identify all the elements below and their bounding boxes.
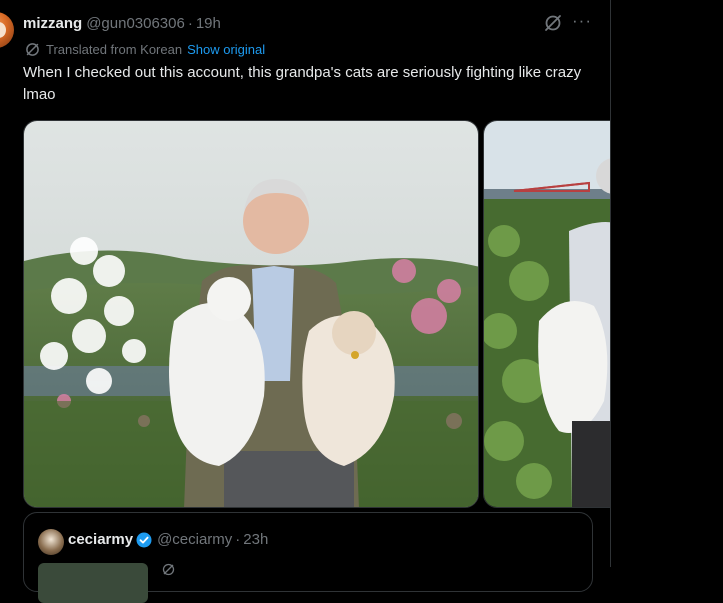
grok-icon[interactable]	[543, 13, 563, 33]
verified-badge-icon	[136, 532, 152, 548]
quote-time[interactable]: 23h	[243, 531, 268, 548]
timeline-column: mizzang @gun0306306 · 19h ··· Translated…	[0, 0, 610, 603]
quote-translation-bar	[162, 563, 342, 575]
more-icon[interactable]: ···	[571, 12, 593, 32]
show-original-link[interactable]: Show original	[187, 42, 265, 57]
quote-media-thumbnail[interactable]	[38, 563, 148, 603]
tweet-photo-1[interactable]	[23, 120, 479, 508]
tweet-text: When I checked out this account, this gr…	[23, 64, 582, 103]
right-sidebar-area	[611, 0, 723, 567]
globe-icon	[25, 42, 40, 57]
quote-separator: ·	[235, 531, 241, 548]
quote-header: ceciarmy @ceciarmy · 23h	[68, 531, 268, 548]
translated-label: Translated from Korean	[46, 41, 183, 57]
quote-author-avatar[interactable]	[38, 529, 64, 555]
quoted-tweet[interactable]: ceciarmy @ceciarmy · 23h	[23, 512, 593, 603]
author-handle[interactable]: @gun0306306	[86, 15, 185, 32]
media-carousel[interactable]	[23, 120, 610, 508]
quote-author-name[interactable]: ceciarmy	[68, 531, 133, 548]
translation-bar: Translated from Korean Show original	[25, 40, 265, 58]
quote-globe-icon	[162, 563, 175, 576]
tweet-time[interactable]: 19h	[196, 15, 221, 32]
avatar-face	[0, 22, 6, 38]
tweet-header: mizzang @gun0306306 · 19h	[23, 13, 221, 33]
author-avatar[interactable]	[0, 12, 14, 48]
header-separator: ·	[187, 14, 193, 32]
quote-author-handle[interactable]: @ceciarmy	[157, 531, 232, 548]
tweet-photo-2[interactable]	[483, 120, 610, 508]
author-name[interactable]: mizzang	[23, 15, 82, 32]
